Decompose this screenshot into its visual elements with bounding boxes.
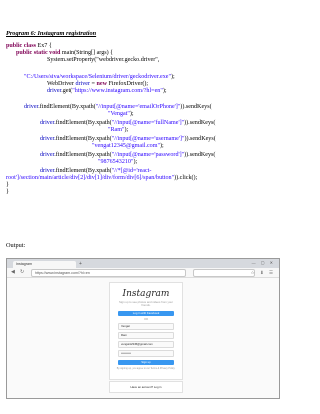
password-field[interactable]: •••••••••• <box>118 349 174 357</box>
signup-button[interactable]: Sign up <box>118 359 174 365</box>
signup-card: Instagram Sign up to see photos and vide… <box>109 282 183 380</box>
tab-bar: Instagram + — ▢ ✕ <box>7 259 279 268</box>
code-line-setproperty: System.setProperty("webdriver.gecko.driv… <box>47 57 160 63</box>
navigation-bar: ◀ ↻ https://www.instagram.com/?hl=en ☆ ⬇… <box>7 268 279 278</box>
or-divider: OR <box>144 317 148 321</box>
signup-tagline: Sign up to see photos and videos from yo… <box>119 300 173 308</box>
code-line-find-username-arg: "vengat12345@gmail.com"); <box>92 143 164 149</box>
instagram-logo: Instagram <box>122 289 170 299</box>
page-viewport: Instagram Sign up to see photos and vide… <box>7 278 279 398</box>
code-line-find-fullname-arg: "Ram"); <box>108 127 129 133</box>
email-field[interactable]: Vengat <box>118 322 174 330</box>
url-bar[interactable]: https://www.instagram.com/?hl=en <box>31 269 186 277</box>
code-line-find-password-arg: "9876543210"); <box>98 159 138 165</box>
search-bar[interactable] <box>193 269 255 277</box>
login-prompt[interactable]: Have an account? Log in <box>109 381 183 393</box>
window-controls-icon[interactable]: — ▢ ✕ <box>252 260 275 265</box>
code-line-find-email-arg: "Vengat"); <box>108 111 134 117</box>
code-line-close-outer: } <box>6 189 9 195</box>
username-field[interactable]: vengat12345@gmail.com <box>118 340 174 348</box>
fullname-field[interactable]: Ram <box>118 331 174 339</box>
code-line-find-submit-cont: root']/section/main/article/div[2]/div[1… <box>6 175 198 181</box>
facebook-login-button[interactable]: Log in with Facebook <box>118 310 174 316</box>
program-heading: Program 6: Instagram registration <box>6 30 97 37</box>
new-tab-icon[interactable]: + <box>79 261 82 268</box>
menu-icon[interactable]: ☆ ⬇ ☰ <box>251 269 275 276</box>
reload-icon[interactable]: ↻ <box>20 269 24 276</box>
terms-text: By signing up, you agree to our Terms & … <box>116 366 176 370</box>
browser-screenshot: Instagram + — ▢ ✕ ◀ ↻ https://www.instag… <box>6 258 280 399</box>
back-icon[interactable]: ◀ <box>11 269 15 276</box>
output-label: Output: <box>6 242 26 249</box>
browser-tab[interactable]: Instagram <box>13 261 76 268</box>
code-line-get: driver.get("https://www.instagram.com/?h… <box>47 88 167 94</box>
